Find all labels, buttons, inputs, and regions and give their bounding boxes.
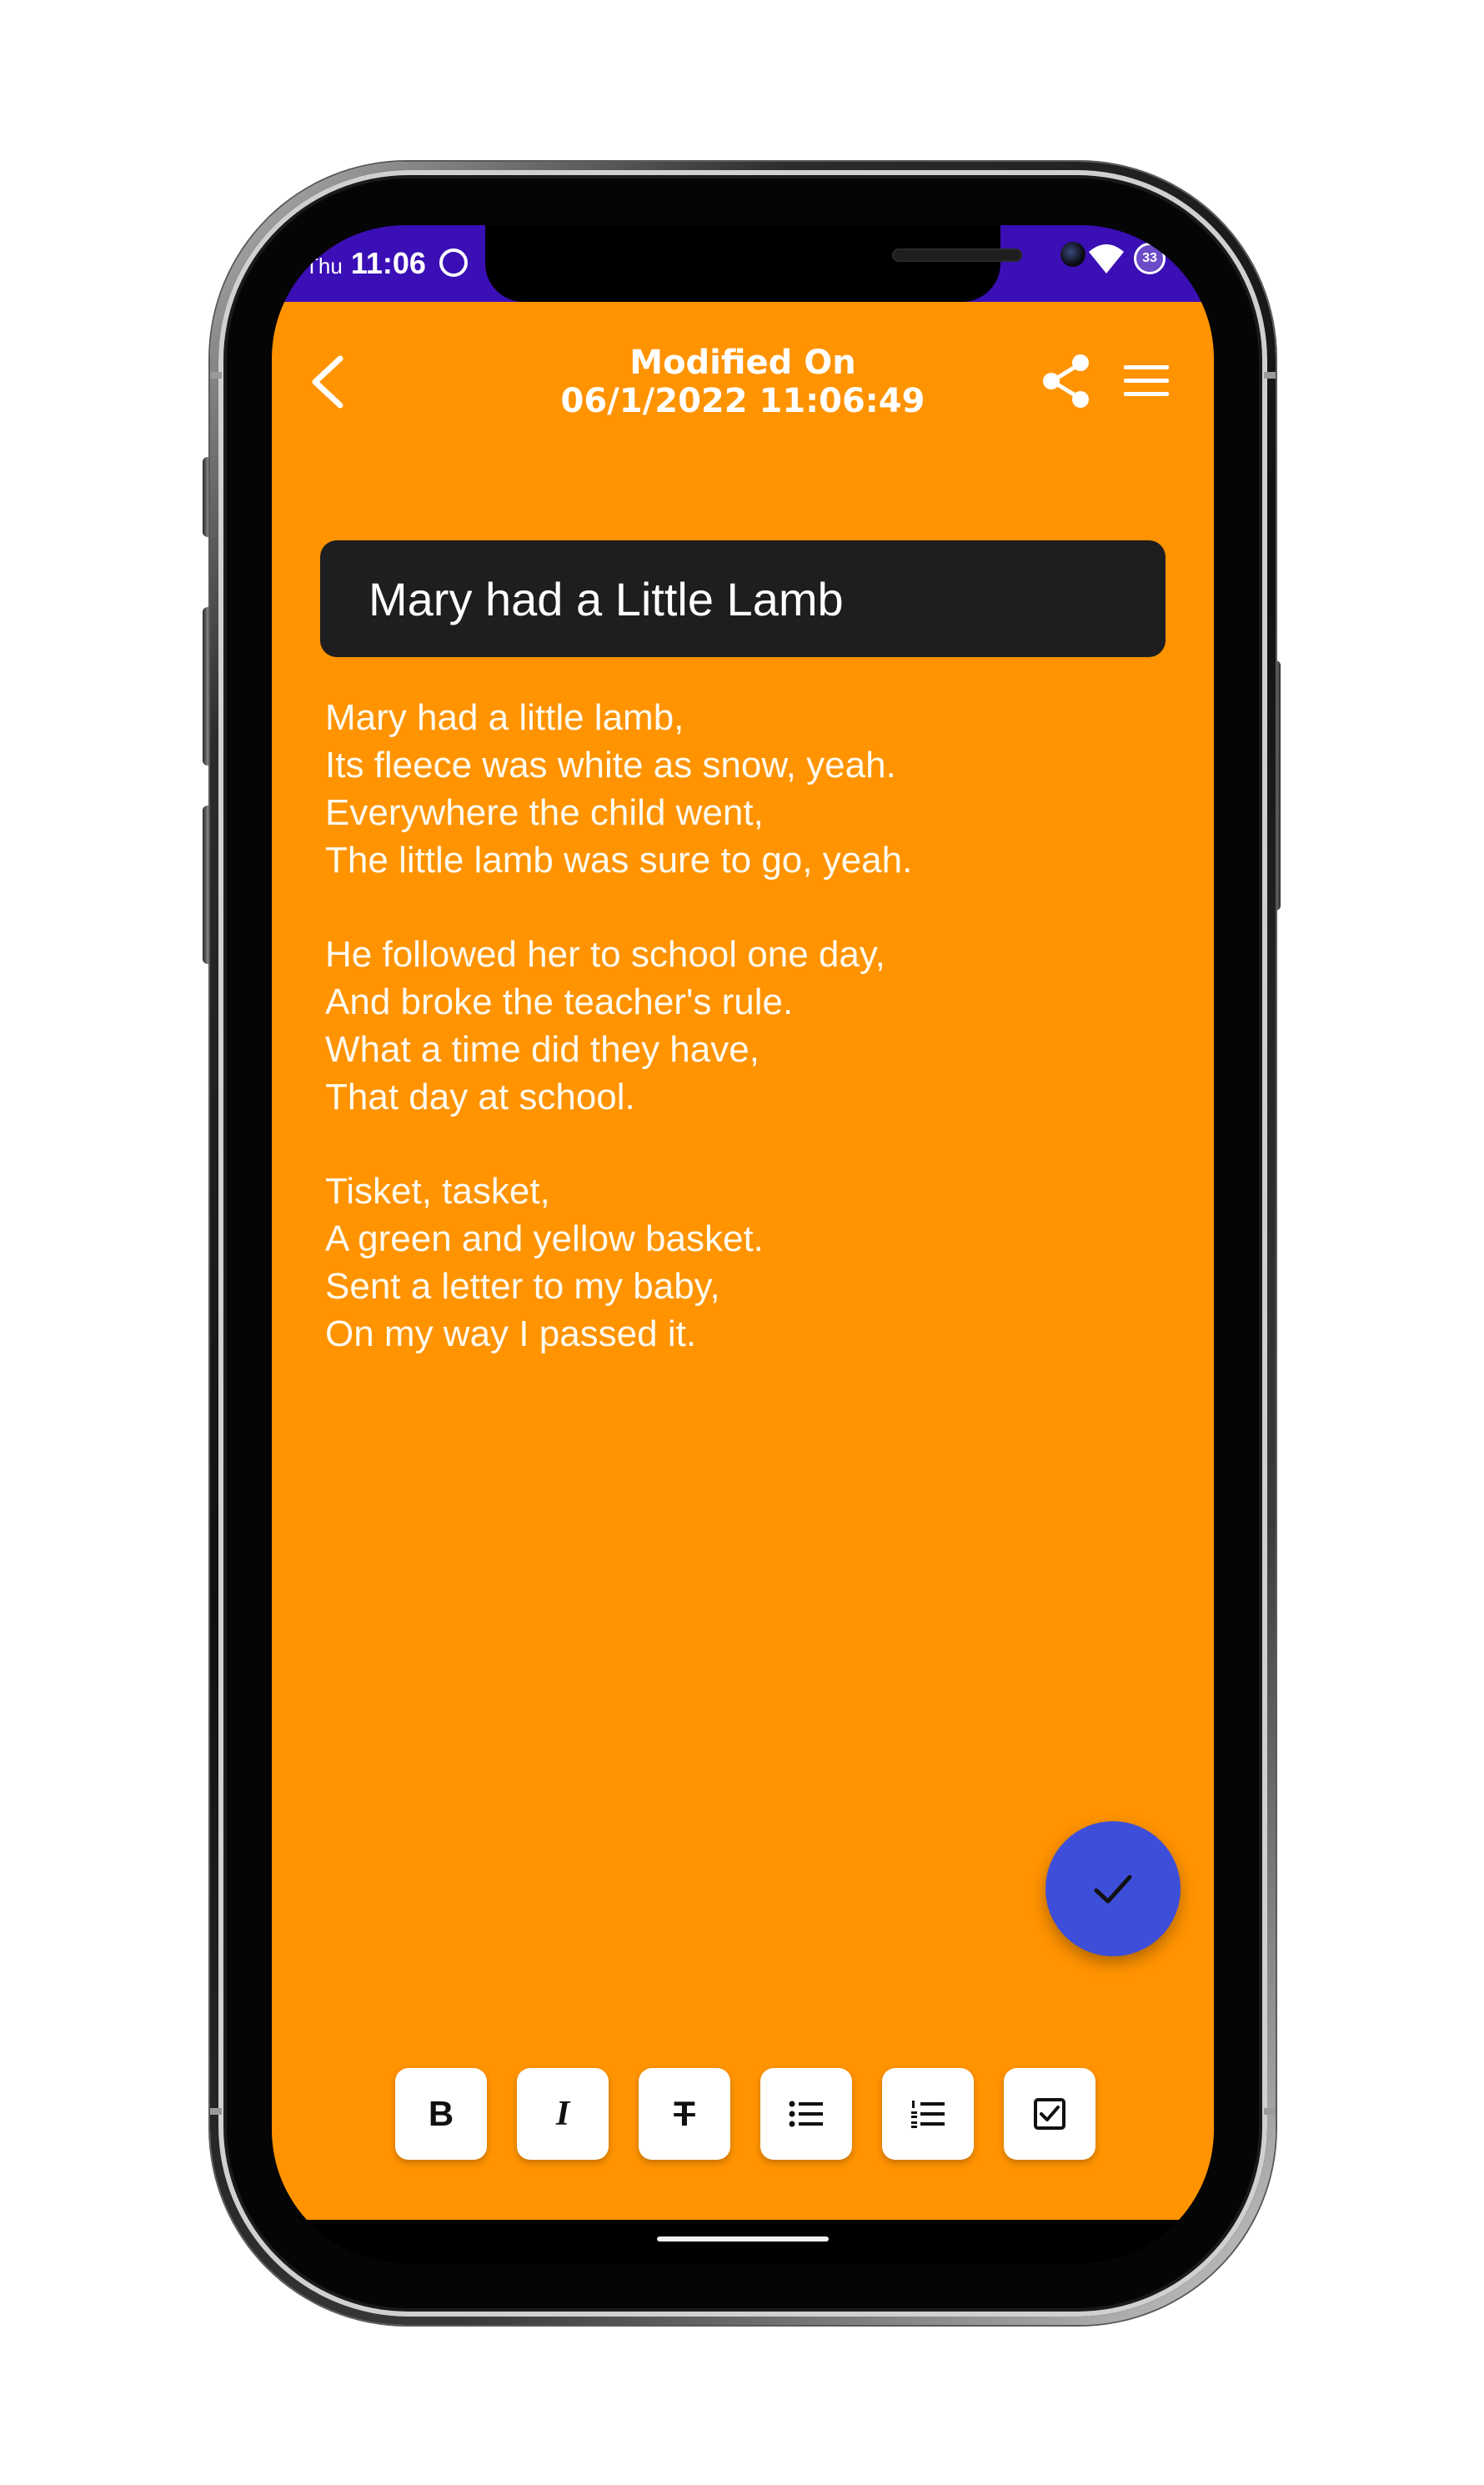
chevron-left-icon — [312, 355, 343, 409]
share-button[interactable] — [1039, 352, 1094, 410]
stanza: Tisket, tasket, A green and yellow baske… — [325, 1167, 1159, 1358]
formatting-toolbar: B I T — [395, 2068, 1095, 2160]
screenshot-canvas: Thu 11:06 33 Modified On 06/1/2022 11:06… — [0, 0, 1484, 2485]
status-right: 33 — [1087, 242, 1166, 275]
phone-screen: Thu 11:06 33 Modified On 06/1/2022 11:06… — [272, 225, 1214, 2263]
numbered-list-button[interactable] — [882, 2068, 974, 2160]
text-line: Everywhere the child went, — [325, 792, 764, 833]
status-day: Thu — [305, 254, 343, 279]
italic-button[interactable]: I — [517, 2068, 609, 2160]
front-camera — [1060, 242, 1085, 267]
antenna-band — [210, 2108, 222, 2115]
whatsapp-icon — [439, 248, 468, 277]
text-line: That day at school. — [325, 1077, 635, 1117]
wifi-icon — [1089, 244, 1124, 274]
note-title: Mary had a Little Lamb — [368, 572, 844, 625]
status-left: Thu 11:06 — [305, 245, 468, 281]
status-time: 11:06 — [350, 246, 426, 280]
stanza: He followed her to school one day, And b… — [325, 931, 1159, 1121]
navigation-bar — [272, 2220, 1214, 2263]
text-line: And broke the teacher's rule. — [325, 981, 794, 1022]
stanza: Mary had a little lamb, Its fleece was w… — [325, 694, 1159, 884]
bullet-list-icon — [789, 2101, 823, 2127]
note-body-editor[interactable]: Mary had a little lamb, Its fleece was w… — [325, 694, 1159, 1404]
menu-button[interactable] — [1121, 359, 1172, 404]
checkbox-icon — [1034, 2098, 1065, 2130]
text-line: He followed her to school one day, — [325, 934, 885, 975]
italic-icon: I — [555, 2095, 570, 2133]
text-line: Tisket, tasket, — [325, 1171, 550, 1212]
bullet-list-button[interactable] — [760, 2068, 852, 2160]
note-editor: Modified On 06/1/2022 11:06:49 Mary had … — [272, 302, 1214, 2220]
numbered-list-icon — [911, 2101, 945, 2128]
bold-button[interactable]: B — [395, 2068, 487, 2160]
text-line: Its fleece was white as snow, yeah. — [325, 745, 896, 786]
earpiece-speaker — [892, 248, 1022, 262]
strikethrough-button[interactable]: T — [639, 2068, 730, 2160]
back-button[interactable] — [300, 347, 353, 417]
home-indicator[interactable] — [657, 2236, 829, 2242]
text-line: Mary had a little lamb, — [325, 697, 684, 738]
checkmark-icon — [1094, 1875, 1132, 1904]
text-line: What a time did they have, — [325, 1029, 760, 1070]
antenna-band — [1264, 372, 1276, 379]
text-line: Sent a letter to my baby, — [325, 1266, 720, 1307]
share-icon — [1043, 354, 1089, 408]
checkbox-button[interactable] — [1004, 2068, 1095, 2160]
text-line: A green and yellow basket. — [325, 1218, 764, 1259]
hamburger-menu-icon — [1124, 365, 1169, 396]
note-title-field[interactable]: Mary had a Little Lamb — [320, 540, 1166, 657]
battery-icon: 33 — [1134, 243, 1166, 274]
modified-label: Modified On — [629, 344, 856, 382]
antenna-band — [210, 372, 222, 379]
text-line: On my way I passed it. — [325, 1313, 697, 1354]
modified-timestamp: 06/1/2022 11:06:49 — [560, 382, 925, 420]
notch — [485, 225, 1085, 302]
strikethrough-icon: T — [674, 2094, 695, 2133]
antenna-band — [1264, 2108, 1276, 2115]
modified-info: Modified On 06/1/2022 11:06:49 — [464, 344, 1022, 420]
bold-icon: B — [428, 2094, 454, 2133]
text-line: The little lamb was sure to go, yeah. — [325, 840, 913, 881]
battery-level: 33 — [1142, 251, 1157, 265]
save-fab-button[interactable] — [1045, 1821, 1181, 1956]
